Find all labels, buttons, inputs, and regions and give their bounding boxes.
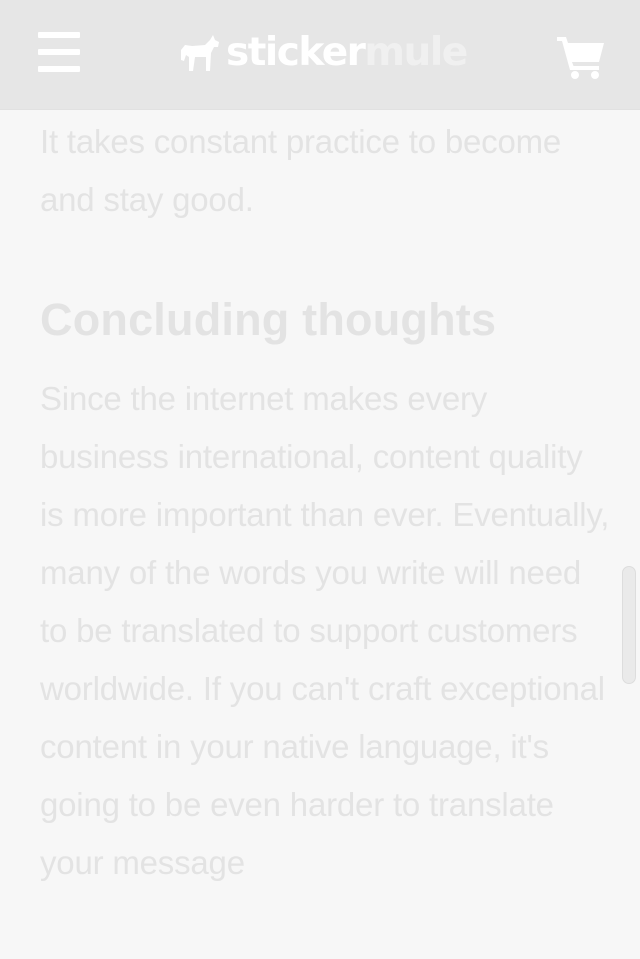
- logo-wordmark: stickermule: [226, 30, 468, 76]
- vertical-scrollbar[interactable]: [622, 566, 636, 684]
- top-navigation-bar: stickermule: [0, 0, 640, 110]
- intro-paragraph: It takes constant practice to become and…: [40, 123, 562, 218]
- hamburger-menu-icon[interactable]: [36, 30, 82, 74]
- section-heading: Concluding thoughts: [40, 294, 497, 345]
- section-paragraph: Since the internet makes every business …: [40, 380, 610, 881]
- sticker-mule-logo[interactable]: stickermule: [178, 30, 468, 76]
- page: stickermule It takes constant practice t…: [0, 0, 640, 959]
- shopping-cart-icon[interactable]: [556, 34, 606, 80]
- mule-icon: [181, 35, 219, 71]
- article-content: It takes constant practice to become and…: [40, 110, 610, 892]
- logo-word-sticker: sticker: [226, 30, 366, 75]
- logo-word-mule: mule: [364, 30, 468, 75]
